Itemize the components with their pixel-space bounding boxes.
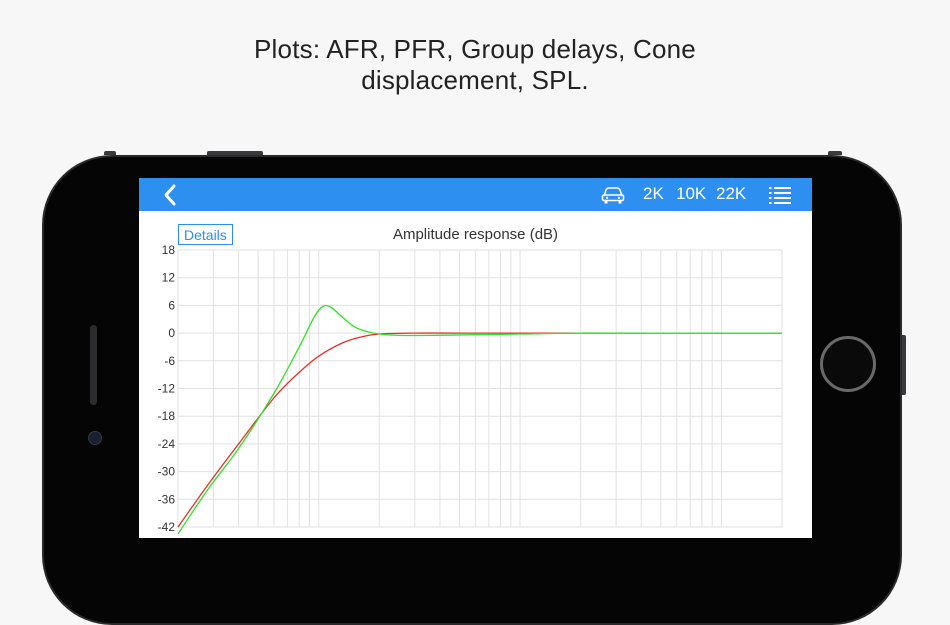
app-screen: 2K 10K 22K Amplitude response (dB) Detai… [139, 178, 812, 538]
y-tick-label: -30 [158, 465, 176, 479]
y-tick-label: -6 [164, 354, 175, 368]
home-button[interactable] [820, 336, 876, 392]
front-camera [88, 431, 102, 445]
y-tick-label: 18 [162, 243, 176, 257]
amplitude-response-chart: 18 12 6 0 -6 -12 -18 -24 -30 -36 -42 [158, 243, 783, 535]
promo-caption: Plots: AFR, PFR, Group delays, Cone disp… [0, 34, 950, 96]
y-tick-label: -12 [158, 382, 176, 396]
phone-speaker [90, 325, 97, 405]
phone-side-button [902, 335, 906, 395]
caption-line-1: Plots: AFR, PFR, Group delays, Cone [254, 34, 696, 64]
chart-grid [177, 249, 783, 528]
y-tick-label: 12 [162, 271, 176, 285]
y-tick-label: -24 [158, 437, 176, 451]
y-tick-label: 6 [168, 298, 175, 312]
caption-line-2: displacement, SPL. [361, 65, 589, 95]
y-tick-label: -36 [158, 492, 176, 506]
y-tick-label: -42 [158, 520, 176, 534]
y-tick-label: -18 [158, 409, 176, 423]
y-axis-ticks: 18 12 6 0 -6 -12 -18 -24 -30 -36 -42 [158, 243, 176, 534]
y-tick-label: 0 [168, 326, 175, 340]
series-line-1 [177, 332, 782, 528]
